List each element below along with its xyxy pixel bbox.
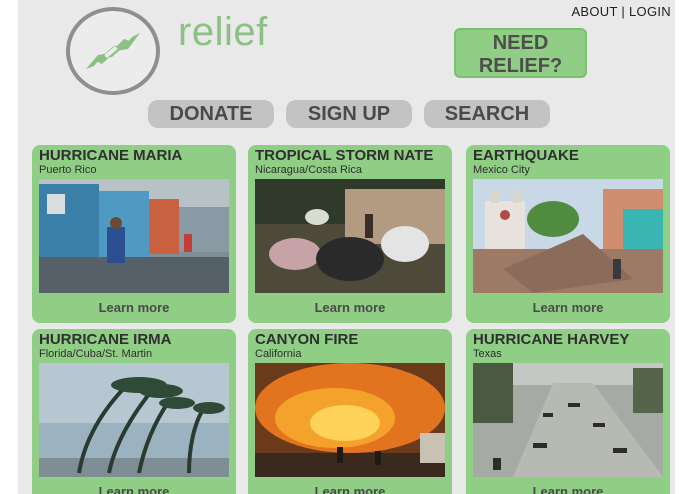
card-title: HURRICANE IRMA bbox=[39, 331, 172, 348]
disaster-card-hurricane-irma[interactable]: HURRICANE IRMA Florida/Cuba/St. Martin L… bbox=[32, 329, 236, 494]
card-title: HURRICANE HARVEY bbox=[473, 331, 630, 348]
learn-more-link[interactable]: Learn more bbox=[248, 300, 452, 315]
collapsed-building-photo bbox=[473, 179, 663, 293]
card-title: TROPICAL STORM NATE bbox=[255, 147, 434, 164]
card-subtitle: Puerto Rico bbox=[39, 164, 97, 176]
about-link[interactable]: ABOUT bbox=[571, 4, 617, 19]
login-link[interactable]: LOGIN bbox=[629, 4, 671, 19]
flooded-highway-photo bbox=[473, 363, 663, 477]
learn-more-link[interactable]: Learn more bbox=[32, 300, 236, 315]
card-subtitle: Florida/Cuba/St. Martin bbox=[39, 348, 153, 360]
card-title: HURRICANE MARIA bbox=[39, 147, 183, 164]
card-title: CANYON FIRE bbox=[255, 331, 359, 348]
learn-more-link[interactable]: Learn more bbox=[466, 300, 670, 315]
disaster-card-canyon-fire[interactable]: CANYON FIRE California Learn more bbox=[248, 329, 452, 494]
disaster-card-hurricane-maria[interactable]: HURRICANE MARIA Puerto Rico Learn more bbox=[32, 145, 236, 323]
flooded-street-photo bbox=[39, 179, 229, 293]
card-title: EARTHQUAKE bbox=[473, 147, 579, 164]
sign-up-button[interactable]: SIGN UP bbox=[286, 100, 412, 128]
card-subtitle: Nicaragua/Costa Rica bbox=[255, 164, 362, 176]
learn-more-link[interactable]: Learn more bbox=[32, 484, 236, 494]
disaster-card-tropical-storm-nate[interactable]: TROPICAL STORM NATE Nicaragua/Costa Rica… bbox=[248, 145, 452, 323]
learn-more-link[interactable]: Learn more bbox=[248, 484, 452, 494]
learn-more-link[interactable]: Learn more bbox=[466, 484, 670, 494]
need-relief-button[interactable]: NEED RELIEF? bbox=[454, 28, 587, 78]
card-subtitle: California bbox=[255, 348, 302, 360]
wildfire-photo bbox=[255, 363, 445, 477]
windblown-palm-trees-photo bbox=[39, 363, 229, 477]
disaster-card-earthquake[interactable]: EARTHQUAKE Mexico City Learn more bbox=[466, 145, 670, 323]
donate-button[interactable]: DONATE bbox=[148, 100, 274, 128]
search-button[interactable]: SEARCH bbox=[424, 100, 550, 128]
card-subtitle: Texas bbox=[473, 348, 502, 360]
disaster-card-hurricane-harvey[interactable]: HURRICANE HARVEY Texas Learn more bbox=[466, 329, 670, 494]
card-subtitle: Mexico City bbox=[473, 164, 530, 176]
people-with-umbrellas-photo bbox=[255, 179, 445, 293]
logo-icon[interactable] bbox=[66, 7, 160, 95]
logo-text: relief bbox=[178, 10, 268, 54]
link-separator: | bbox=[621, 4, 626, 19]
top-links: ABOUT | LOGIN bbox=[571, 4, 671, 19]
